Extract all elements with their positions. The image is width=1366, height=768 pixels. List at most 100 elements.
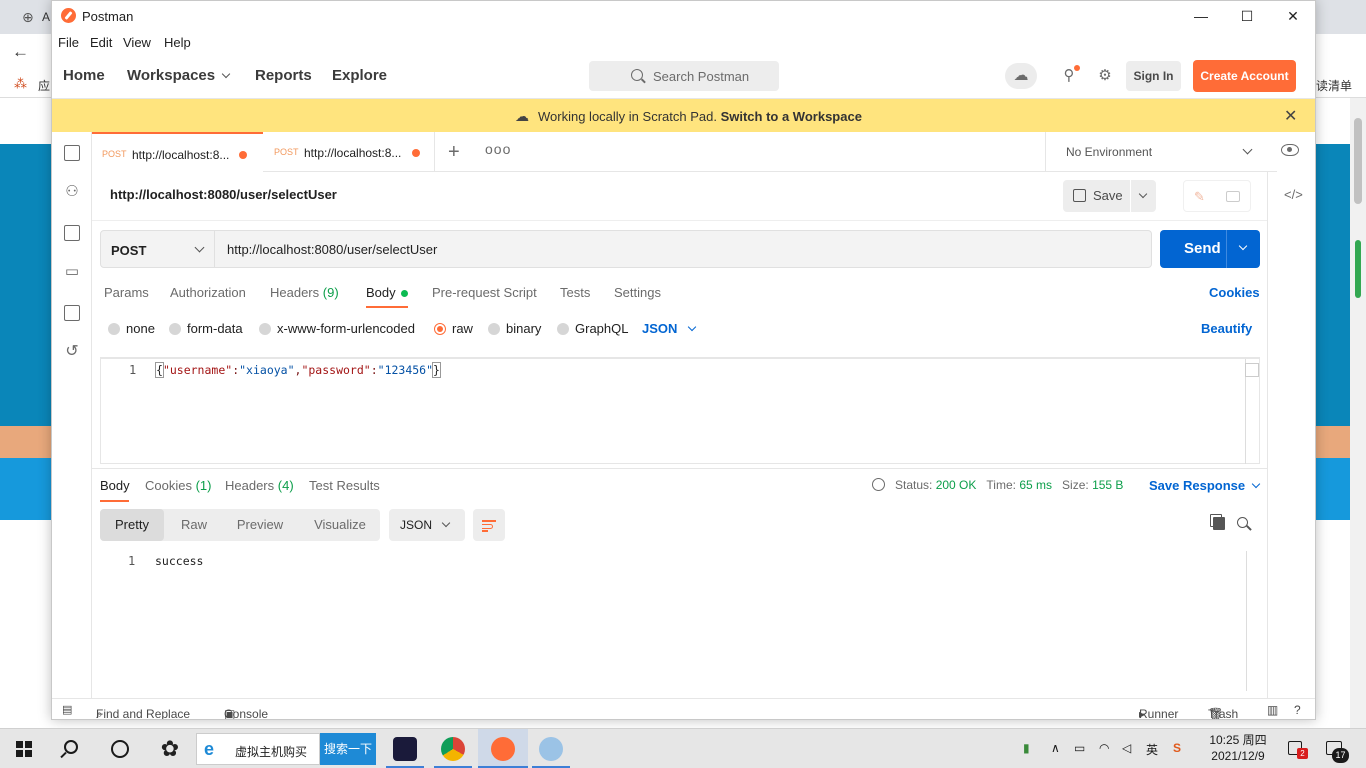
status-value[interactable]: 200 OK <box>936 478 977 492</box>
bookmark-item[interactable]: 应 <box>38 77 50 94</box>
close-button[interactable]: ✕ <box>1270 1 1315 31</box>
request-tab[interactable]: POST http://localhost:8... <box>92 132 263 172</box>
radio-none[interactable]: none <box>108 321 155 336</box>
save-button[interactable]: Save <box>1063 180 1156 212</box>
sign-in-button[interactable]: Sign In <box>1126 61 1181 91</box>
taskbar-clock[interactable]: 10:25 周四 2021/12/9 <box>1203 732 1273 764</box>
tab-tests[interactable]: Tests <box>560 285 590 300</box>
app-shortcut-icon[interactable]: ✿ <box>158 737 182 761</box>
tab-prerequest-script[interactable]: Pre-request Script <box>432 285 537 300</box>
history-icon[interactable]: ↺ <box>64 344 80 360</box>
cortana-icon[interactable] <box>111 740 129 758</box>
nav-workspaces[interactable]: Workspaces <box>127 67 231 84</box>
response-divider[interactable] <box>92 468 1267 469</box>
search-go-button[interactable]: 搜索一下 <box>320 733 376 765</box>
view-preview[interactable]: Preview <box>224 509 296 541</box>
request-tab[interactable]: POST http://localhost:8... <box>264 132 435 172</box>
response-tab-body[interactable]: Body <box>100 478 130 493</box>
more-tabs-icon[interactable]: ooo <box>485 141 511 157</box>
radio-raw[interactable]: raw <box>434 321 473 336</box>
raw-format-select[interactable]: JSON <box>642 321 697 336</box>
maximize-button[interactable]: ☐ <box>1224 1 1270 31</box>
banner-close-icon[interactable]: ✕ <box>1284 106 1297 126</box>
ime-indicator[interactable]: 英 <box>1146 741 1158 758</box>
mock-servers-icon[interactable]: ▭ <box>64 264 80 280</box>
satellite-icon[interactable]: ⚲ <box>1055 63 1083 89</box>
response-tab-test-results[interactable]: Test Results <box>309 478 380 493</box>
create-account-button[interactable]: Create Account <box>1193 60 1296 92</box>
windows-start-icon[interactable] <box>16 741 32 757</box>
tab-settings[interactable]: Settings <box>614 285 661 300</box>
code-snippet-icon[interactable]: </> <box>1284 187 1303 202</box>
paint-icon[interactable] <box>539 737 563 761</box>
send-button[interactable]: Send <box>1160 230 1260 268</box>
menu-view[interactable]: View <box>123 35 151 50</box>
environments-icon[interactable] <box>64 225 80 241</box>
cookies-link[interactable]: Cookies <box>1209 285 1260 300</box>
response-body-text[interactable]: success <box>155 554 203 568</box>
radio-graphql[interactable]: GraphQL <box>557 321 628 336</box>
apps-grid-icon[interactable]: ⁂ <box>14 76 27 92</box>
menu-help[interactable]: Help <box>164 35 191 50</box>
environment-selector[interactable]: No Environment <box>1045 132 1262 172</box>
monitors-icon[interactable] <box>64 305 80 321</box>
menu-file[interactable]: File <box>58 35 79 50</box>
nav-home[interactable]: Home <box>63 67 105 84</box>
editor-resize-handle[interactable] <box>1245 363 1259 377</box>
tab-authorization[interactable]: Authorization <box>170 285 246 300</box>
postman-icon[interactable] <box>491 737 515 761</box>
response-body[interactable]: 1 success <box>100 551 1260 691</box>
request-body-editor[interactable]: 1 {"username":"xiaoya","password":"12345… <box>100 357 1260 464</box>
search-input[interactable]: Search Postman <box>589 61 779 91</box>
apis-icon[interactable]: ⚇ <box>64 184 80 200</box>
save-response-button[interactable]: Save Response <box>1149 478 1261 493</box>
view-visualize[interactable]: Visualize <box>300 509 380 541</box>
search-icon[interactable] <box>1237 517 1248 528</box>
power-icon[interactable]: ▭ <box>1074 741 1085 755</box>
size-value[interactable]: 155 B <box>1092 478 1123 492</box>
url-input[interactable] <box>215 230 1152 268</box>
request-body-code[interactable]: {"username":"xiaoya","password":"123456"… <box>155 362 441 378</box>
response-tab-cookies[interactable]: Cookies (1) <box>145 478 211 493</box>
tab-body[interactable]: Body <box>366 285 408 300</box>
tab-headers[interactable]: Headers (9) <box>270 285 339 300</box>
menu-edit[interactable]: Edit <box>90 35 112 50</box>
response-format-select[interactable]: JSON <box>389 509 465 541</box>
copy-icon[interactable] <box>1213 517 1225 530</box>
request-name[interactable]: http://localhost:8080/user/selectUser <box>110 187 337 202</box>
view-pretty[interactable]: Pretty <box>100 509 164 541</box>
collections-icon[interactable] <box>64 145 80 161</box>
scrollbar-thumb[interactable] <box>1354 118 1362 204</box>
battery-tray-icon[interactable]: ▮ <box>1023 741 1030 755</box>
two-pane-icon[interactable]: ▥ <box>1267 703 1278 717</box>
nav-reports[interactable]: Reports <box>255 67 312 84</box>
time-value[interactable]: 65 ms <box>1019 478 1052 492</box>
settings-gear-icon[interactable]: ⚙ <box>1091 63 1119 89</box>
wifi-icon[interactable]: ◠ <box>1099 741 1109 755</box>
nav-explore[interactable]: Explore <box>332 67 387 84</box>
wrap-lines-button[interactable] <box>473 509 505 541</box>
reading-list[interactable]: 读清单 <box>1316 77 1352 94</box>
response-tab-headers[interactable]: Headers (4) <box>225 478 294 493</box>
sogou-icon[interactable]: S <box>1173 741 1181 755</box>
toggle-sidebar-icon[interactable]: ▤ <box>62 703 72 716</box>
environment-quick-look-eye-icon[interactable] <box>1281 144 1299 156</box>
documentation-icon[interactable] <box>1226 191 1240 202</box>
radio-binary[interactable]: binary <box>488 321 541 336</box>
chevron-down-icon[interactable] <box>1138 189 1148 199</box>
method-select[interactable]: POST <box>100 230 215 268</box>
taskbar-search-icon[interactable] <box>64 740 78 754</box>
beautify-link[interactable]: Beautify <box>1201 321 1252 336</box>
view-raw[interactable]: Raw <box>168 509 220 541</box>
cloud-sync-icon[interactable]: ☁ <box>1005 63 1037 89</box>
volume-icon[interactable]: ◁ <box>1122 741 1131 755</box>
chrome-icon[interactable] <box>441 737 465 761</box>
response-scrollbar[interactable] <box>1246 551 1247 691</box>
browser-tab-title[interactable]: A <box>42 10 50 24</box>
tab-params[interactable]: Params <box>104 285 149 300</box>
chevron-down-icon[interactable] <box>1238 241 1248 251</box>
radio-form-data[interactable]: form-data <box>169 321 243 336</box>
show-hidden-icons-icon[interactable]: ∧ <box>1051 741 1060 755</box>
globe-icon[interactable] <box>872 478 885 491</box>
page-scrollbar[interactable] <box>1350 98 1366 728</box>
